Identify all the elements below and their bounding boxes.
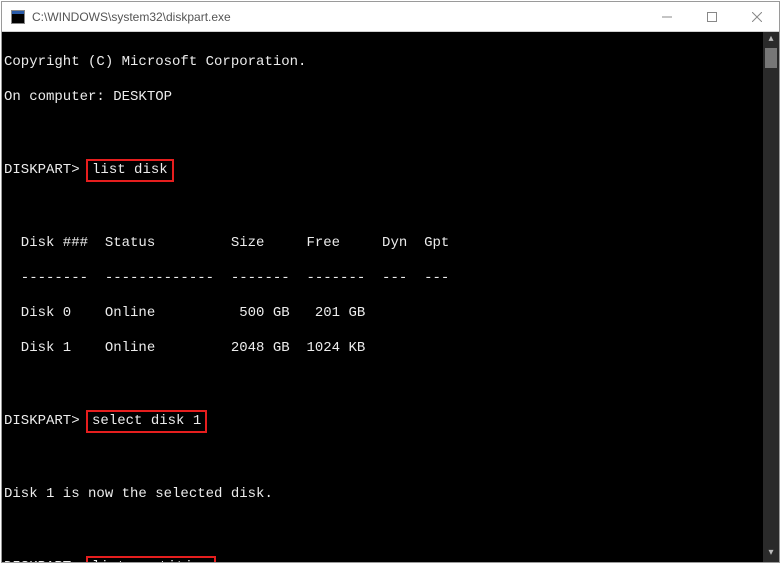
terminal-area[interactable]: Copyright (C) Microsoft Corporation. On … <box>2 32 779 562</box>
scrollbar-thumb[interactable] <box>765 48 777 68</box>
highlight-list-disk: list disk <box>86 159 174 183</box>
scrollbar-track[interactable] <box>763 48 779 546</box>
msg-select-disk: Disk 1 is now the selected disk. <box>4 486 773 504</box>
computer-line: On computer: DESKTOP <box>4 89 773 107</box>
scroll-down-icon[interactable]: ▾ <box>763 546 779 562</box>
highlight-select-disk: select disk 1 <box>86 410 207 434</box>
scroll-up-icon[interactable]: ▴ <box>763 32 779 48</box>
console-icon <box>10 9 26 25</box>
highlight-list-partition: list partition <box>86 556 216 563</box>
window-title: C:\WINDOWS\system32\diskpart.exe <box>32 10 644 24</box>
close-button[interactable] <box>734 2 779 32</box>
table-row: Disk 1 Online 2048 GB 1024 KB <box>4 340 773 358</box>
window-frame: C:\WINDOWS\system32\diskpart.exe Copyrig… <box>1 1 780 563</box>
prompt: DISKPART> <box>4 559 80 563</box>
disk-divider: -------- ------------- ------- ------- -… <box>4 270 773 288</box>
maximize-button[interactable] <box>689 2 734 32</box>
titlebar[interactable]: C:\WINDOWS\system32\diskpart.exe <box>2 2 779 32</box>
disk-header: Disk ### Status Size Free Dyn Gpt <box>4 235 773 253</box>
minimize-button[interactable] <box>644 2 689 32</box>
table-row: Disk 0 Online 500 GB 201 GB <box>4 305 773 323</box>
prompt: DISKPART> <box>4 162 80 178</box>
vertical-scrollbar[interactable]: ▴ ▾ <box>763 32 779 562</box>
prompt: DISKPART> <box>4 413 80 429</box>
copyright-line: Copyright (C) Microsoft Corporation. <box>4 54 773 72</box>
